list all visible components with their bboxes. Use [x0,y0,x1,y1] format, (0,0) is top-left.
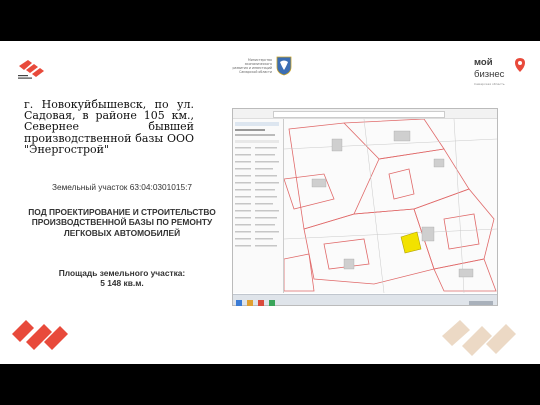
ministry-caption: Министерство экономического развития и и… [232,58,272,74]
brand-caption: Самарская область [474,82,505,86]
browser-toolbar [233,109,497,119]
map-canvas [283,118,498,294]
cadastral-map-drawing [283,118,498,294]
crest-icon [276,56,292,76]
ministry-header: Министерство экономического развития и и… [232,56,302,96]
agency-logo [18,60,44,79]
decorative-zigzag-beige [442,320,516,356]
os-taskbar [233,294,497,306]
taskbar-icons [236,300,493,306]
decorative-zigzag-red [12,320,68,350]
address-text: г. Новокуйбышевск, по ул. Садовая, в рай… [24,98,194,156]
project-title: ПОД ПРОЕКТИРОВАНИЕ И СТРОИТЕЛЬСТВО ПРОИЗ… [28,207,216,238]
brand-word-1: мой [474,57,493,68]
address-bar [273,110,445,118]
brand-word-2: бизнес [474,69,505,80]
presentation-slide: Министерство экономического развития и и… [0,41,540,364]
area-value: 5 148 кв.м. [100,278,144,288]
info-panel-rows [235,122,279,247]
location-pin-icon [515,58,525,72]
cadastral-map-screenshot [232,108,498,306]
map-info-panel [233,119,284,293]
area-label: Площадь земельного участка: [58,268,186,278]
parcel-number: Земельный участок 63:04:0301015:7 [51,182,193,192]
my-business-logo: мой бизнес Самарская область [474,57,530,93]
